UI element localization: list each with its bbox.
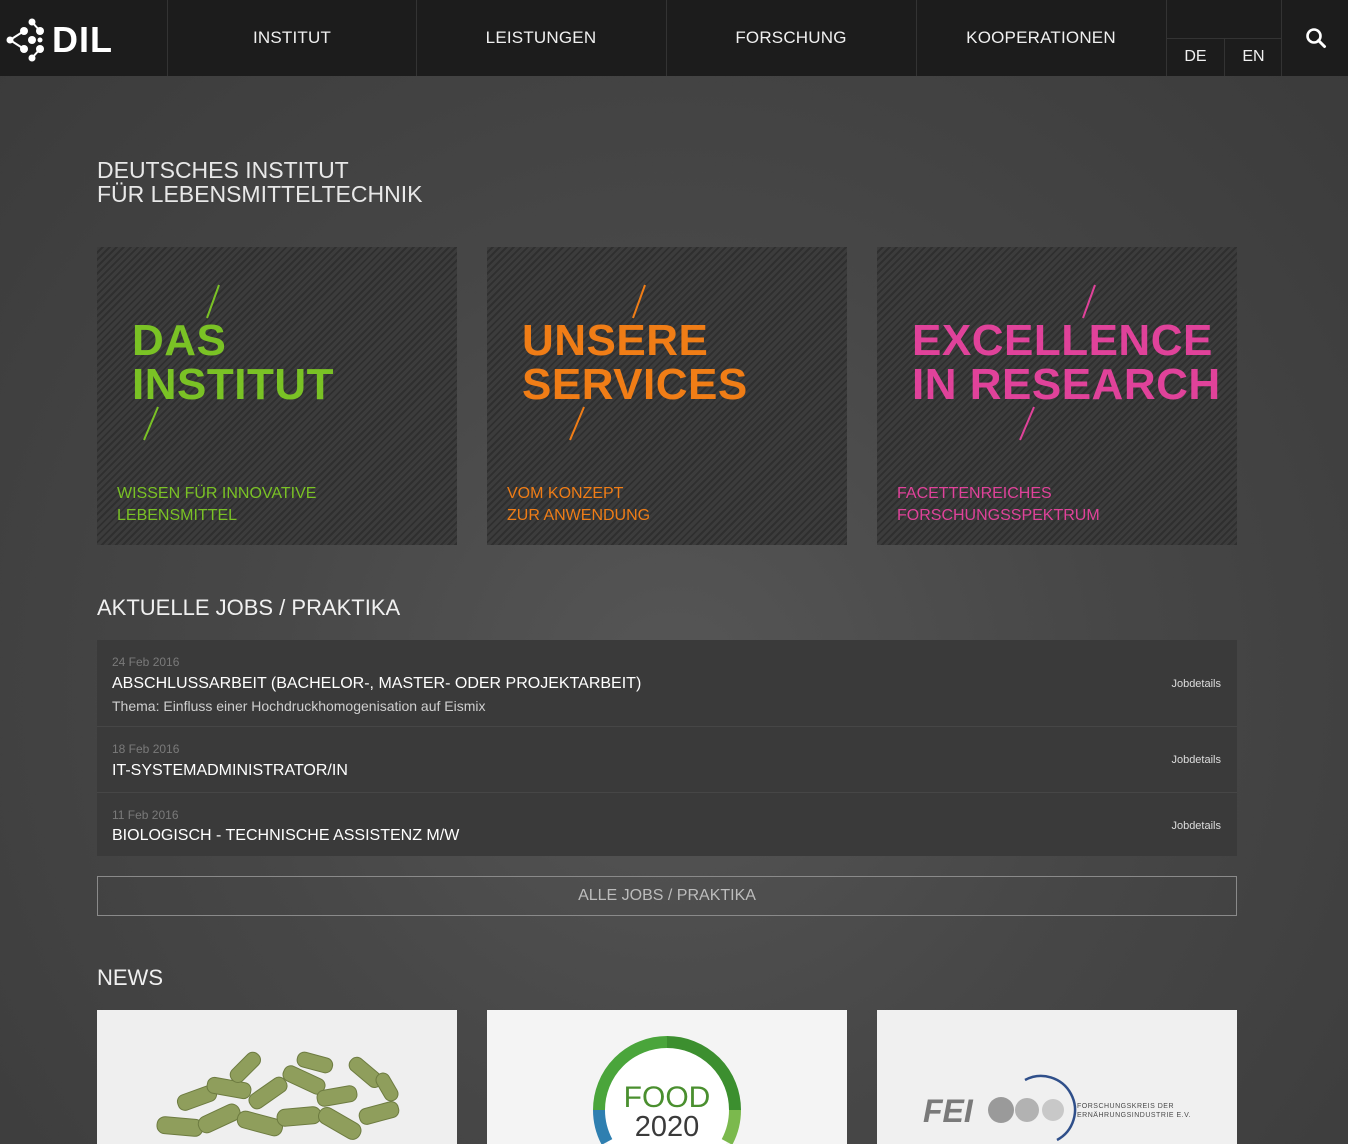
tile-headline-line1: UNSERE <box>522 316 709 365</box>
job-title: BIOLOGISCH - TECHNISCHE ASSISTENZ M/W <box>112 827 460 844</box>
job-details-link[interactable]: Jobdetails <box>1171 678 1221 690</box>
job-details-link[interactable]: Jobdetails <box>1171 754 1221 766</box>
jobs-list: 24 Feb 2016 ABSCHLUSSARBEIT (BACHELOR-, … <box>97 640 1237 856</box>
nav-institut[interactable]: INSTITUT <box>167 0 416 76</box>
tile-subtitle-line1: FACETTENREICHES <box>897 485 1052 502</box>
nav-leistungen[interactable]: LEISTUNGEN <box>416 0 665 76</box>
jobs-heading: AKTUELLE JOBS / PRAKTIKA <box>97 595 401 620</box>
tile-headline-line2: INSTITUT <box>132 360 334 409</box>
job-title: IT-SYSTEMADMINISTRATOR/IN <box>112 762 348 779</box>
job-title: ABSCHLUSSARBEIT (BACHELOR-, MASTER- ODER… <box>112 675 642 692</box>
tile-subtitle: VOM KONZEPT ZUR ANWENDUNG <box>507 483 650 527</box>
tile-headline-line1: EXCELLENCE <box>912 316 1213 365</box>
tile-headline-line2: SERVICES <box>522 360 748 409</box>
tile-headline-line2: IN RESEARCH <box>912 360 1221 409</box>
search-button[interactable] <box>1281 0 1348 76</box>
nav-kooperationen[interactable]: KOOPERATIONEN <box>916 0 1165 76</box>
tile-headline: UNSERE SERVICES <box>522 319 748 407</box>
page-title: DEUTSCHES INSTITUT FÜR LEBENSMITTELTECHN… <box>97 158 422 206</box>
tile-subtitle-line2: LEBENSMITTEL <box>117 507 238 524</box>
page-title-line2: FÜR LEBENSMITTELTECHNIK <box>97 181 423 207</box>
tile-subtitle: WISSEN FÜR INNOVATIVE LEBENSMITTEL <box>117 483 316 527</box>
search-icon <box>1305 28 1326 48</box>
svg-text:2020: 2020 <box>635 1111 700 1143</box>
tile-headline-line1: DAS <box>132 316 227 365</box>
green-pellets-image <box>97 1010 457 1144</box>
svg-text:FOOD: FOOD <box>624 1081 711 1114</box>
job-date: 24 Feb 2016 <box>112 655 180 669</box>
tile-headline: EXCELLENCE IN RESEARCH <box>912 319 1221 407</box>
news-card[interactable] <box>97 1010 457 1144</box>
svg-text:FEI: FEI <box>923 1093 974 1129</box>
news-card[interactable]: FOOD 2020 <box>487 1010 847 1144</box>
dil-logo-mark: DIL <box>6 18 113 62</box>
job-description: Thema: Einfluss einer Hochdruckhomogenis… <box>112 698 486 714</box>
language-switcher: DE EN <box>1166 0 1282 76</box>
top-navigation-bar: DIL INSTITUT LEISTUNGEN FORSCHUNG KOOPER… <box>0 0 1348 76</box>
tile-subtitle-line2: FORSCHUNGSSPEKTRUM <box>897 507 1100 524</box>
job-row[interactable]: 18 Feb 2016 IT-SYSTEMADMINISTRATOR/IN Jo… <box>97 727 1237 793</box>
job-date: 18 Feb 2016 <box>112 742 180 756</box>
tile-subtitle-line2: ZUR ANWENDUNG <box>507 507 651 524</box>
food-2020-logo: FOOD 2020 <box>487 1010 847 1144</box>
tile-subtitle: FACETTENREICHES FORSCHUNGSSPEKTRUM <box>897 483 1100 527</box>
tile-unsere-services[interactable]: UNSERE SERVICES VOM KONZEPT ZUR ANWENDUN… <box>487 247 847 545</box>
job-details-link[interactable]: Jobdetails <box>1171 820 1221 832</box>
news-card[interactable]: FEI FORSCHUNGSKREIS DER ERNÄHRUNGSINDUST… <box>877 1010 1237 1144</box>
nav-forschung[interactable]: FORSCHUNG <box>666 0 915 76</box>
job-row[interactable]: 11 Feb 2016 BIOLOGISCH - TECHNISCHE ASSI… <box>97 793 1237 856</box>
svg-text:FORSCHUNGSKREIS DER: FORSCHUNGSKREIS DER <box>1077 1103 1174 1110</box>
job-date: 11 Feb 2016 <box>112 808 179 822</box>
dil-logo[interactable]: DIL <box>0 0 167 76</box>
svg-text:DIL: DIL <box>52 19 113 60</box>
tile-headline: DAS INSTITUT <box>132 319 334 407</box>
tile-das-institut[interactable]: DAS INSTITUT WISSEN FÜR INNOVATIVE LEBEN… <box>97 247 457 545</box>
tile-subtitle-line1: VOM KONZEPT <box>507 485 624 502</box>
language-de[interactable]: DE <box>1167 38 1224 76</box>
language-en[interactable]: EN <box>1224 38 1282 76</box>
fei-logo: FEI FORSCHUNGSKREIS DER ERNÄHRUNGSINDUST… <box>877 1010 1237 1144</box>
language-switcher-top <box>1167 0 1282 39</box>
tile-subtitle-line1: WISSEN FÜR INNOVATIVE <box>117 485 317 502</box>
all-jobs-button[interactable]: ALLE JOBS / PRAKTIKA <box>97 876 1237 916</box>
tile-excellence-in-research[interactable]: EXCELLENCE IN RESEARCH FACETTENREICHES F… <box>877 247 1237 545</box>
svg-text:ERNÄHRUNGSINDUSTRIE E.V.: ERNÄHRUNGSINDUSTRIE E.V. <box>1077 1111 1191 1119</box>
job-row[interactable]: 24 Feb 2016 ABSCHLUSSARBEIT (BACHELOR-, … <box>97 640 1237 727</box>
page-title-line1: DEUTSCHES INSTITUT <box>97 157 349 183</box>
news-heading: NEWS <box>97 965 163 990</box>
